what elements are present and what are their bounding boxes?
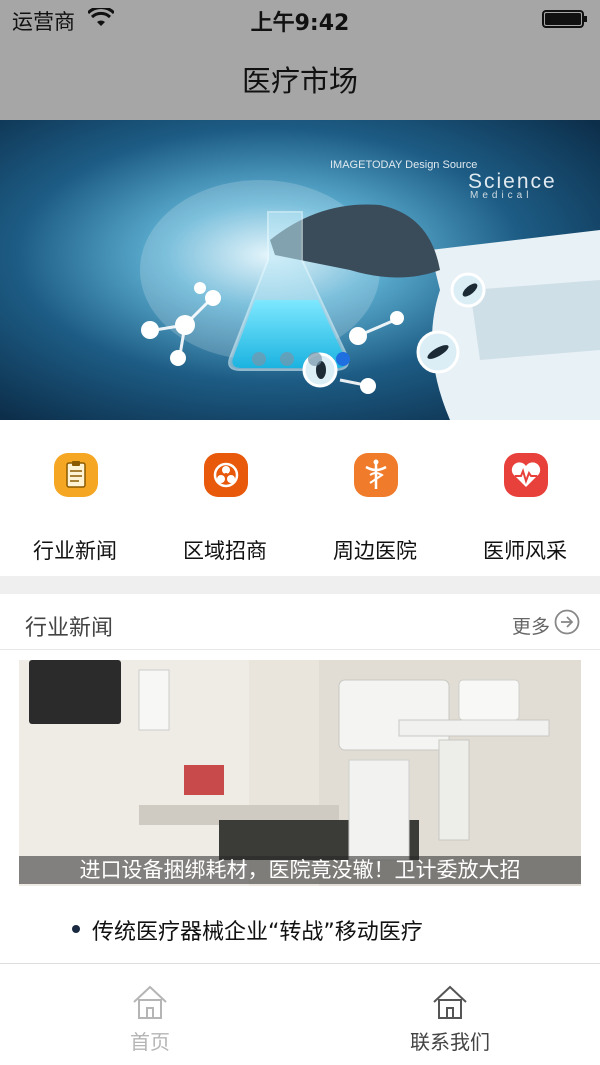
category-grid: 行业新闻 区域招商 周边医院 医师风采 — [0, 420, 600, 576]
carousel-indicator[interactable] — [252, 352, 352, 368]
arrow-right-circle-icon[interactable] — [554, 609, 580, 635]
carousel-dot-active[interactable] — [336, 352, 350, 366]
clipboard-icon — [54, 453, 98, 497]
bullet-icon — [72, 925, 80, 933]
tab-label: 联系我们 — [410, 1030, 490, 1054]
category-label: 周边医院 — [333, 539, 417, 563]
news-section-header: 行业新闻 更多 — [0, 594, 600, 650]
tab-contact[interactable]: 联系我们 — [300, 964, 600, 1065]
heart-pulse-icon — [504, 453, 548, 497]
svg-text:Medical: Medical — [470, 190, 532, 201]
carousel-dot[interactable] — [308, 352, 322, 366]
caduceus-icon — [354, 453, 398, 497]
tab-label: 首页 — [130, 1030, 170, 1054]
bottom-tab-bar: 首页 联系我们 — [0, 963, 600, 1065]
carousel-dot[interactable] — [280, 352, 294, 366]
biohazard-icon — [204, 453, 248, 497]
category-label: 区域招商 — [183, 539, 267, 563]
banner-image: IMAGETODAY Design Source Science Medical — [0, 120, 600, 420]
carousel-dot[interactable] — [252, 352, 266, 366]
category-regional-investment[interactable]: 区域招商 — [150, 420, 300, 576]
featured-news-card[interactable]: 进口设备捆绑耗材，医院竟没辙！卫计委放大招 — [19, 660, 581, 886]
category-nearby-hospitals[interactable]: 周边医院 — [300, 420, 450, 576]
svg-text:IMAGETODAY Design Source: IMAGETODAY Design Source — [330, 159, 477, 171]
status-bar: 运营商 上午9:42 — [0, 0, 600, 40]
featured-news-image — [19, 660, 581, 886]
section-title: 行业新闻 — [25, 616, 114, 641]
top-bar: 运营商 上午9:42 医疗市场 — [0, 0, 600, 120]
category-industry-news[interactable]: 行业新闻 — [0, 420, 150, 576]
banner-carousel[interactable]: IMAGETODAY Design Source Science Medical — [0, 120, 600, 420]
category-label: 医师风采 — [483, 539, 567, 563]
news-title: 传统医疗器械企业“转战”移动医疗 — [92, 920, 423, 945]
clock: 上午9:42 — [250, 11, 350, 36]
category-label: 行业新闻 — [33, 539, 117, 563]
news-list-item[interactable]: 传统医疗器械企业“转战”移动医疗 — [72, 912, 592, 948]
section-divider — [0, 576, 600, 594]
category-doctor-profiles[interactable]: 医师风采 — [450, 420, 600, 576]
tab-home[interactable]: 首页 — [0, 964, 300, 1065]
featured-news-caption: 进口设备捆绑耗材，医院竟没辙！卫计委放大招 — [19, 856, 581, 884]
page-title: 医疗市场 — [241, 64, 358, 98]
home-icon — [133, 985, 167, 1019]
home-icon — [433, 985, 467, 1019]
battery-icon — [542, 10, 587, 28]
more-link[interactable]: 更多 — [512, 612, 550, 639]
